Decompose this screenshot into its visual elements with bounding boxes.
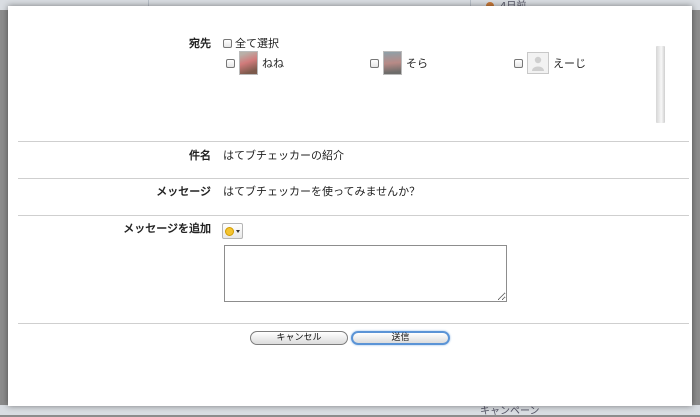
divider [18, 215, 689, 216]
divider [18, 178, 689, 179]
recipient-checkbox[interactable] [514, 58, 523, 68]
recipient-checkbox[interactable] [226, 58, 235, 68]
send-message-dialog: 宛先 全て選択 ねね そら えーじ 件名 はてブチェッカーの紹介 メッセージ は… [8, 6, 692, 406]
smiley-icon [225, 226, 234, 236]
subject-value: はてブチェッカーの紹介 [223, 149, 344, 162]
divider [18, 323, 689, 324]
recipient-item[interactable]: えーじ [514, 51, 586, 75]
person-silhouette-icon [532, 56, 544, 71]
recipients-scrollbar[interactable] [656, 46, 665, 123]
message-label: メッセージ [156, 185, 211, 198]
divider [18, 141, 689, 142]
cancel-button[interactable]: キャンセル [250, 331, 348, 345]
add-message-textarea[interactable] [224, 245, 507, 302]
emoji-picker-button[interactable] [222, 223, 243, 239]
select-all-checkbox[interactable] [223, 38, 232, 48]
select-all-option[interactable]: 全て選択 [223, 35, 279, 51]
recipients-label: 宛先 [189, 37, 211, 50]
message-value: はてブチェッカーを使ってみませんか？ [223, 185, 421, 198]
recipient-checkbox[interactable] [370, 58, 379, 68]
send-button[interactable]: 送信 [351, 331, 450, 345]
add-message-label: メッセージを追加 [123, 222, 211, 235]
default-person-avatar-icon [527, 52, 549, 74]
avatar [239, 51, 258, 75]
background-page-bottom: キャンペーン [0, 405, 700, 417]
subject-label: 件名 [189, 149, 211, 162]
chevron-down-icon [236, 229, 240, 233]
recipient-name: えーじ [553, 57, 586, 70]
recipient-item[interactable]: そら [370, 51, 428, 75]
avatar [383, 51, 402, 75]
select-all-label: 全て選択 [235, 37, 279, 50]
recipient-item[interactable]: ねね [226, 51, 284, 75]
recipient-name: そら [406, 57, 428, 70]
recipient-name: ねね [262, 57, 284, 70]
